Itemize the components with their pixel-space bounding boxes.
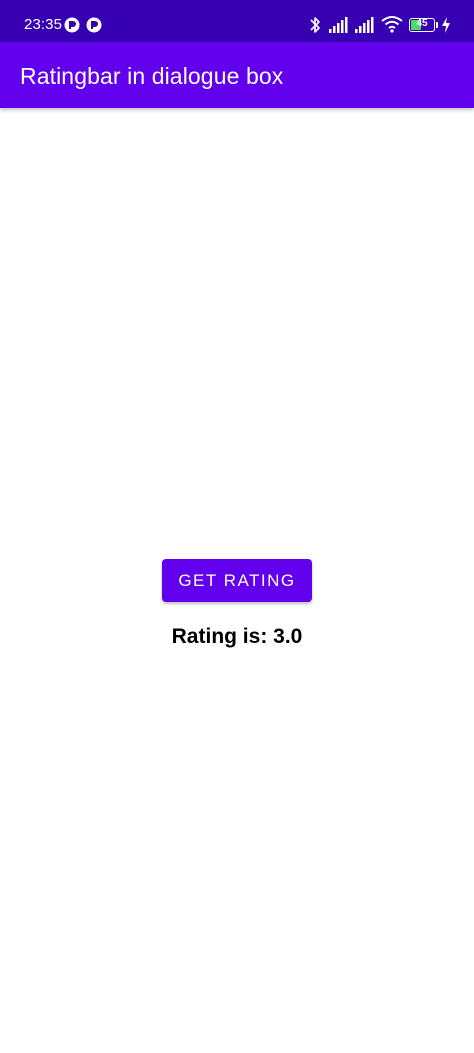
battery-icon: 45 (409, 18, 435, 32)
status-time: 23:35 (24, 16, 63, 33)
notification-app-icon (64, 17, 80, 33)
notification-app-icon (86, 17, 102, 33)
status-bar: 23:35 45 (0, 0, 474, 42)
app-title: Ratingbar in dialogue box (20, 63, 284, 89)
charging-icon (442, 17, 450, 33)
signal-icon (355, 17, 374, 33)
rating-result-text: Rating is: 3.0 (171, 625, 303, 648)
battery-level: 45 (416, 18, 428, 29)
app-bar: Ratingbar in dialogue box (0, 42, 474, 108)
get-rating-button[interactable]: GET RATING (162, 559, 312, 602)
wifi-icon (381, 16, 403, 33)
signal-icon (329, 17, 348, 33)
battery-cap (436, 22, 438, 28)
bluetooth-icon (310, 17, 320, 33)
